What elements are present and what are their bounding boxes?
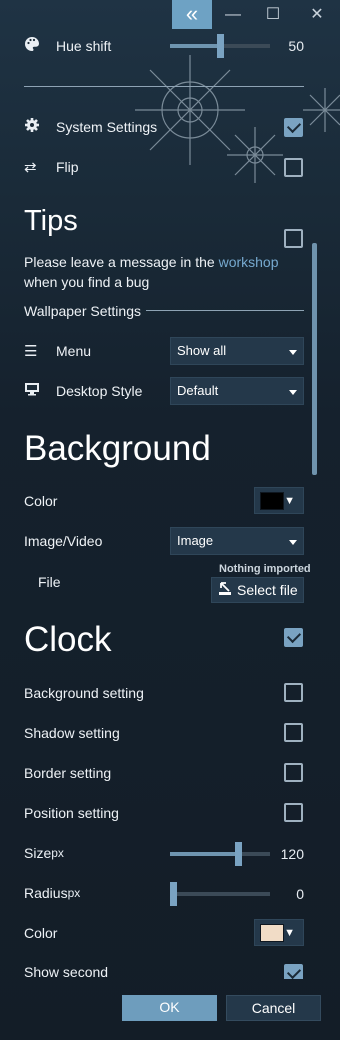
image-video-select[interactable]: Image <box>170 527 304 555</box>
desktop-style-select-value: Default <box>177 383 219 398</box>
monitor-icon <box>24 382 56 400</box>
clock-heading: Clock <box>24 620 112 659</box>
palette-icon <box>24 36 56 56</box>
divider <box>24 86 304 87</box>
desktop-style-label: Desktop Style <box>56 383 143 399</box>
background-heading: Background <box>24 429 211 468</box>
collapse-button[interactable]: « <box>172 0 212 29</box>
double-chevron-left-icon: « <box>185 1 199 26</box>
maximize-icon: ☐ <box>265 6 281 23</box>
clock-shadow-label: Shadow setting <box>24 725 120 741</box>
hue-shift-label: Hue shift <box>56 38 112 54</box>
clock-border-row: Border setting <box>24 758 314 788</box>
title-bar: « — ☐ ✕ <box>0 0 340 32</box>
chevron-down-icon <box>289 350 297 355</box>
close-icon: ✕ <box>310 6 324 23</box>
clock-size-label: Size <box>24 845 52 861</box>
clock-background-row: Background setting <box>24 678 314 708</box>
select-file-label: Select file <box>237 582 298 598</box>
menu-select-value: Show all <box>177 343 227 358</box>
system-settings-label: System Settings <box>56 119 158 135</box>
show-second-row: Show second <box>24 957 314 979</box>
show-second-checkbox[interactable] <box>284 964 303 979</box>
flip-row: ⇄ Flip <box>24 152 314 182</box>
close-button[interactable]: ✕ <box>306 4 328 26</box>
swap-arrows-icon: ⇄ <box>24 159 37 176</box>
clock-size-unit: px <box>51 846 64 860</box>
menu-lines-icon: ☰ <box>24 343 38 360</box>
minimize-icon: — <box>225 6 241 23</box>
cancel-button[interactable]: Cancel <box>226 995 321 1021</box>
caret-down-icon: ▼ <box>284 927 295 939</box>
system-settings-checkbox[interactable] <box>284 118 303 137</box>
clock-radius-label: Radius <box>24 885 68 901</box>
clock-position-label: Position setting <box>24 805 119 821</box>
clock-background-label: Background setting <box>24 685 144 701</box>
image-video-select-value: Image <box>177 533 214 548</box>
wallpaper-divider <box>146 310 304 311</box>
clock-shadow-checkbox[interactable] <box>284 723 303 742</box>
show-second-clip: Show second <box>0 955 340 979</box>
desktop-style-select[interactable]: Default <box>170 377 304 405</box>
clock-color-label: Color <box>24 925 58 941</box>
clock-size-value: 120 <box>280 846 304 862</box>
file-status: Nothing imported <box>219 563 311 575</box>
workshop-link[interactable]: workshop <box>219 254 279 270</box>
clock-radius-unit: px <box>67 886 81 900</box>
clock-radius-slider[interactable] <box>170 882 270 906</box>
menu-select[interactable]: Show all <box>170 337 304 365</box>
image-video-label: Image/Video <box>24 533 103 549</box>
hue-shift-fill <box>170 44 217 48</box>
clock-size-slider[interactable] <box>170 842 270 866</box>
chevron-down-icon <box>289 540 297 545</box>
select-file-button[interactable]: Select file <box>211 577 304 603</box>
clock-color-picker[interactable]: ▼ <box>254 919 304 946</box>
caret-down-icon: ▼ <box>284 495 295 507</box>
menu-label: Menu <box>56 343 92 359</box>
file-import-icon <box>218 581 232 599</box>
clock-size-fill <box>170 852 235 856</box>
clock-position-row: Position setting <box>24 798 314 828</box>
tips-checkbox[interactable] <box>284 229 303 248</box>
tips-message: Please leave a message in the workshop w… <box>24 252 294 292</box>
flip-checkbox[interactable] <box>284 158 303 177</box>
hue-shift-slider[interactable] <box>170 34 270 58</box>
clock-checkbox[interactable] <box>284 628 303 647</box>
clock-radius-thumb[interactable] <box>170 882 177 906</box>
minimize-button[interactable]: — <box>222 4 244 26</box>
clock-radius-value: 0 <box>296 886 304 902</box>
clock-shadow-row: Shadow setting <box>24 718 314 748</box>
clock-color-swatch <box>260 924 284 942</box>
tips-message-text: Please leave a message in the <box>24 254 219 270</box>
background-color-picker[interactable]: ▼ <box>254 487 304 514</box>
flip-label: Flip <box>56 159 79 175</box>
file-label: File <box>38 574 61 590</box>
maximize-button[interactable]: ☐ <box>262 4 284 26</box>
tips-message-end: when you find a bug <box>24 274 150 290</box>
background-color-label: Color <box>24 493 58 509</box>
show-second-label: Show second <box>24 964 109 979</box>
hue-shift-thumb[interactable] <box>217 34 224 58</box>
clock-border-checkbox[interactable] <box>284 763 303 782</box>
clock-border-label: Border setting <box>24 765 112 781</box>
system-settings-row: System Settings <box>24 112 314 142</box>
clock-background-checkbox[interactable] <box>284 683 303 702</box>
chevron-down-icon <box>289 390 297 395</box>
ok-button[interactable]: OK <box>122 995 217 1021</box>
clock-size-thumb[interactable] <box>235 842 242 866</box>
wallpaper-settings-label: Wallpaper Settings <box>24 303 141 319</box>
background-color-swatch <box>260 492 284 510</box>
tips-heading: Tips <box>24 205 78 237</box>
gear-icon <box>24 117 56 137</box>
clock-position-checkbox[interactable] <box>284 803 303 822</box>
hue-shift-value: 50 <box>288 38 304 54</box>
